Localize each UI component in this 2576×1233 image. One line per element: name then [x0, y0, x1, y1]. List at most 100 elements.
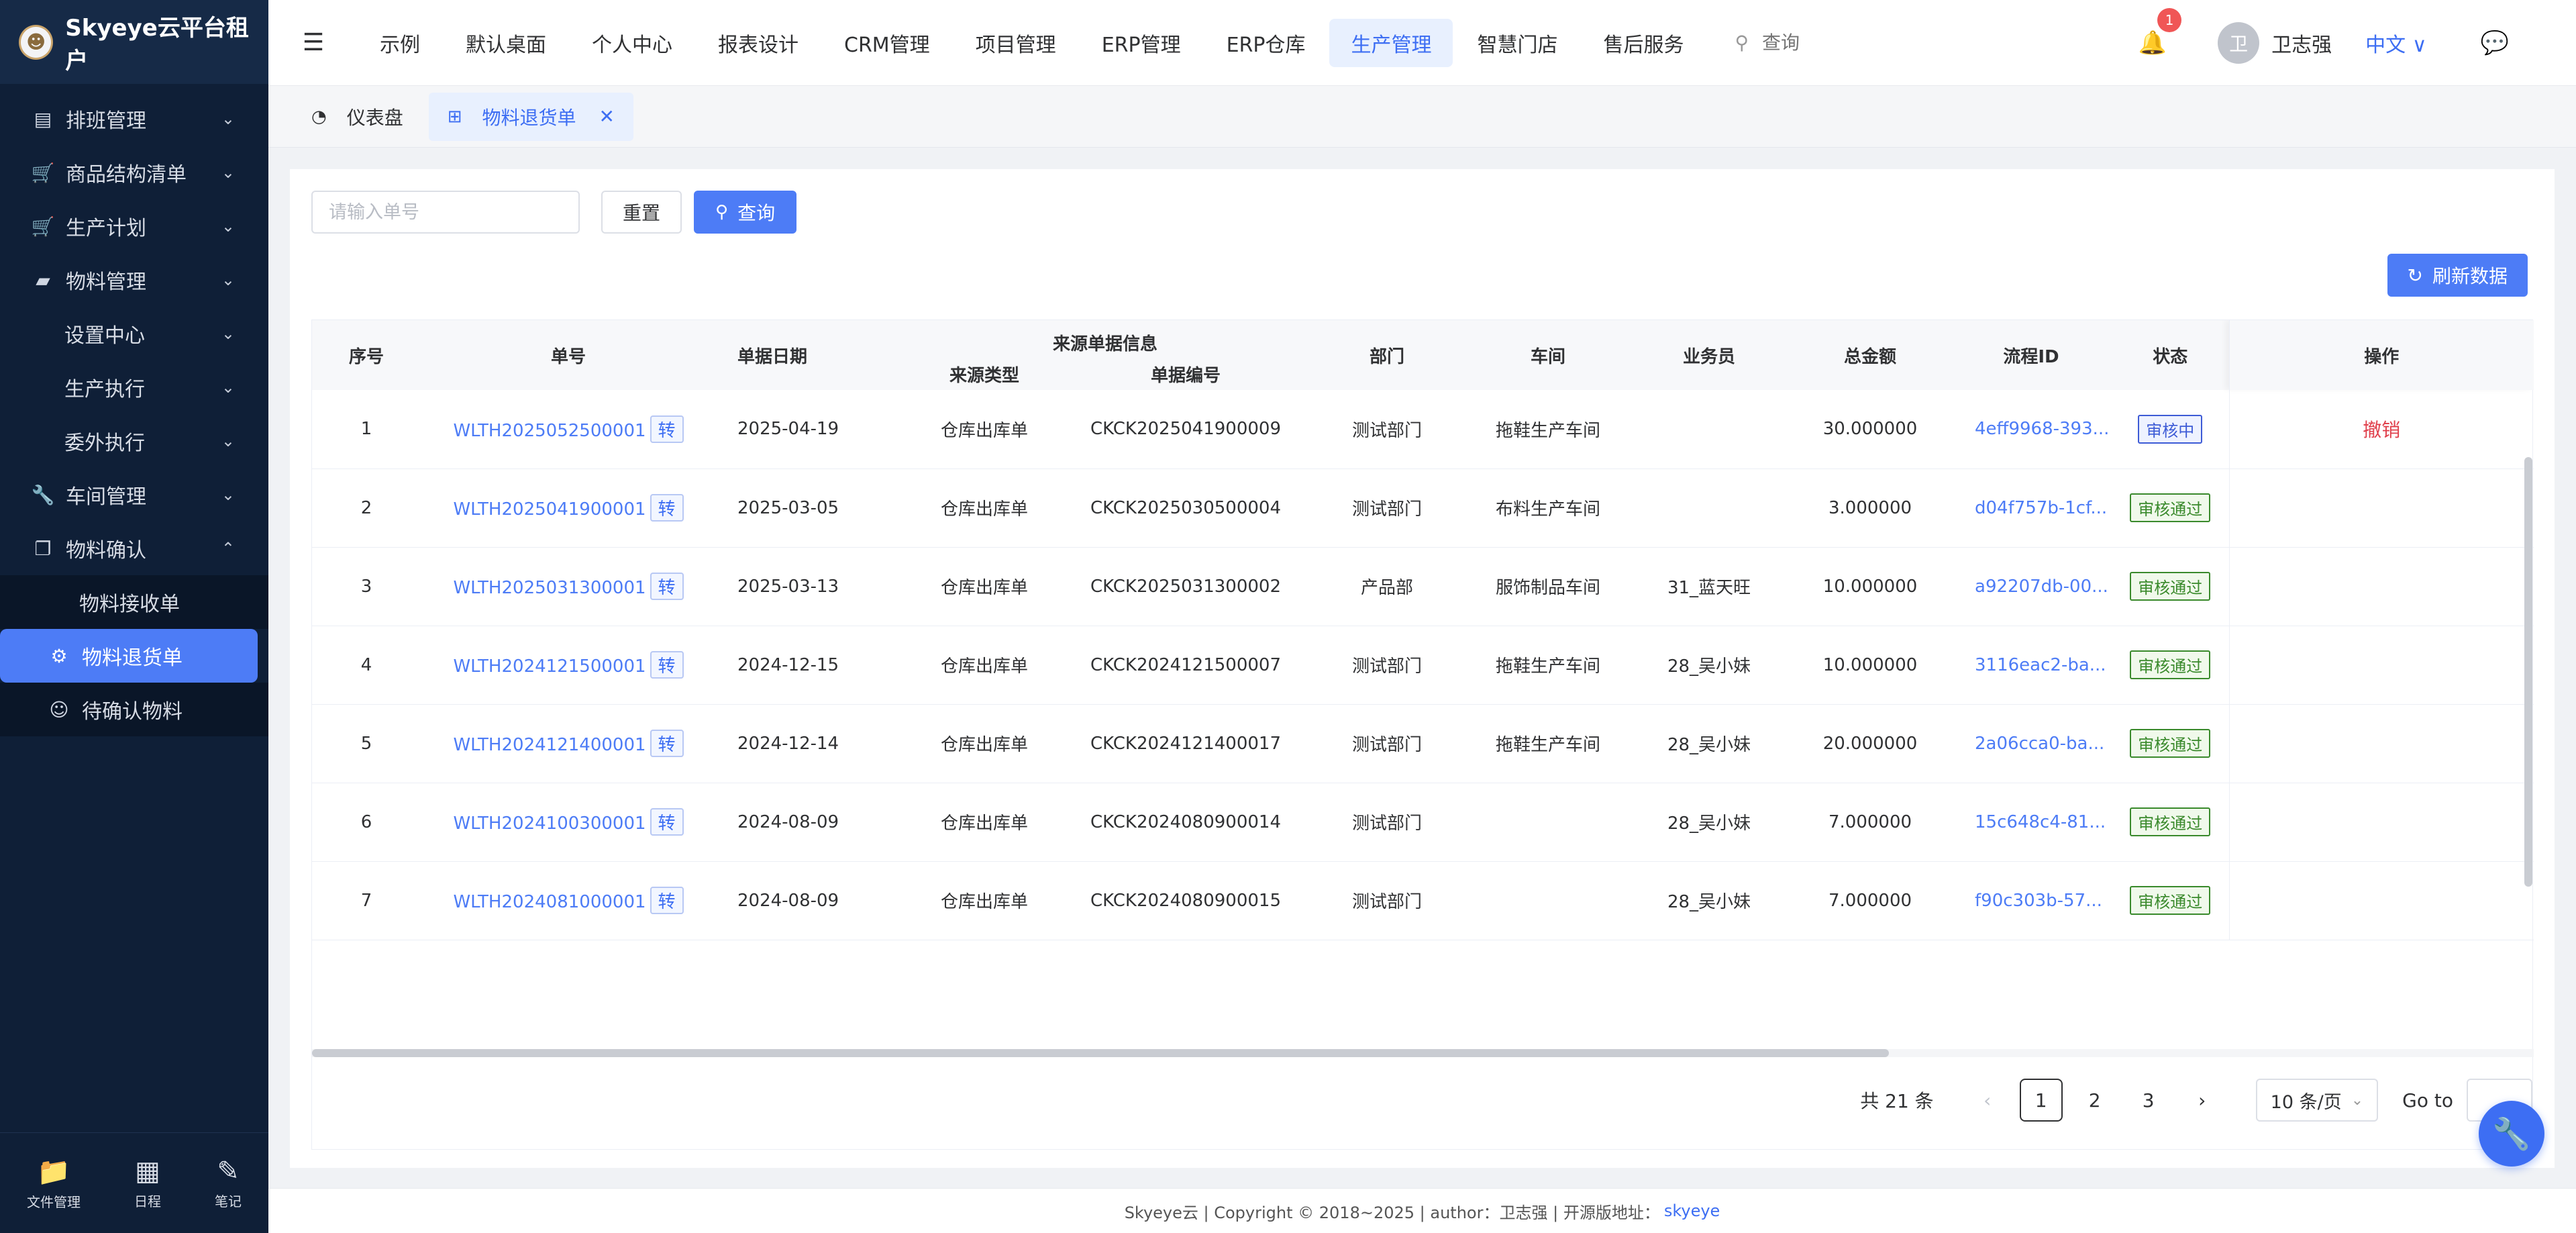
- next-page-button[interactable]: ›: [2181, 1079, 2224, 1122]
- page-button-1[interactable]: 1: [2019, 1079, 2063, 1122]
- convert-button[interactable]: 转: [650, 730, 684, 757]
- tools-fab-button[interactable]: 🔧: [2479, 1101, 2544, 1167]
- sidebar-tool-1[interactable]: ▦ 日程: [134, 1156, 161, 1210]
- page-size-select[interactable]: 10 条/页 ⌄: [2255, 1079, 2379, 1122]
- cell-flow-id[interactable]: f90c303b-57...: [1951, 861, 2112, 940]
- cell-salesman: [1629, 468, 1790, 548]
- dashboard-icon: ◔: [311, 106, 327, 127]
- refresh-data-button[interactable]: ↻ 刷新数据: [2387, 254, 2528, 297]
- sidebar-item-label: 委外执行: [64, 432, 145, 455]
- topnav-item-1[interactable]: 默认桌面: [444, 19, 568, 67]
- collapse-menu-icon[interactable]: ☰: [268, 29, 358, 56]
- sidebar-item-1[interactable]: 🛒 商品结构清单 ⌄: [0, 146, 268, 199]
- topnav-item-10[interactable]: 售后服务: [1582, 19, 1705, 67]
- chat-icon[interactable]: 💬: [2481, 30, 2509, 56]
- topnav-item-3[interactable]: 报表设计: [697, 19, 820, 67]
- sidebar-item-8[interactable]: ❐ 物料确认 ⌃: [0, 522, 268, 575]
- horizontal-scrollbar[interactable]: [312, 1049, 2534, 1057]
- table-row: 4 WLTH2024121500001 转 2024-12-15 仓库出库单 CKCK20…: [312, 626, 2534, 705]
- order-link[interactable]: WLTH2025031300001: [453, 578, 646, 598]
- revoke-button[interactable]: 撤销: [2363, 419, 2400, 441]
- cell-status: 审核通过: [2112, 547, 2230, 626]
- sidebar-tool-2[interactable]: ✎ 笔记: [215, 1156, 242, 1210]
- cell-status: 审核通过: [2112, 704, 2230, 783]
- bell-icon[interactable]: 🔔 1: [2139, 7, 2182, 56]
- cell-source-no: CKCK2024080900015: [1065, 861, 1307, 940]
- sidebar-item-label: 物料管理: [66, 270, 146, 294]
- order-link[interactable]: WLTH2025041900001: [453, 499, 646, 520]
- cell-flow-id[interactable]: 4eff9968-393...: [1951, 390, 2112, 469]
- topnav-item-6[interactable]: ERP管理: [1080, 19, 1202, 67]
- topnav-item-5[interactable]: 项目管理: [954, 19, 1078, 67]
- sidebar-item-10[interactable]: ⚙ 物料退货单: [0, 629, 258, 683]
- topnav-item-2[interactable]: 个人中心: [570, 19, 694, 67]
- horizontal-scroll-thumb[interactable]: [312, 1049, 1889, 1057]
- sidebar-item-4[interactable]: 设置中心 ⌄: [0, 307, 268, 360]
- sidebar-tool-label: 笔记: [215, 1193, 242, 1210]
- cell-flow-id[interactable]: 15c648c4-81...: [1951, 783, 2112, 862]
- search-button[interactable]: ⚲ 查询: [694, 191, 797, 234]
- order-link[interactable]: WLTH2025052500001: [453, 421, 646, 441]
- sidebar-item-6[interactable]: 委外执行 ⌄: [0, 414, 268, 468]
- close-icon[interactable]: ✕: [599, 105, 615, 128]
- sidebar-item-11[interactable]: ☺ 待确认物料: [0, 683, 268, 736]
- sidebar-item-0[interactable]: ▤ 排班管理 ⌄: [0, 92, 268, 146]
- convert-button[interactable]: 转: [650, 887, 684, 914]
- topnav-item-0[interactable]: 示例: [358, 19, 442, 67]
- vertical-scrollbar[interactable]: [2524, 457, 2532, 887]
- cell-date: 2024-08-09: [716, 861, 904, 940]
- top-nav: 示例 默认桌面 个人中心 报表设计 CRM管理 项目管理 ERP管理 ERP仓库 生产管理 智慧门…: [358, 0, 1708, 85]
- cell-flow-id[interactable]: a92207db-00...: [1951, 547, 2112, 626]
- order-link[interactable]: WLTH2024121400001: [453, 735, 646, 755]
- cell-source-type: 仓库出库单: [904, 861, 1065, 940]
- tab-0[interactable]: ◔ 仪表盘: [293, 93, 422, 141]
- convert-button[interactable]: 转: [650, 415, 684, 443]
- topnav-item-4[interactable]: CRM管理: [823, 19, 951, 67]
- convert-button[interactable]: 转: [650, 494, 684, 522]
- page-button-2[interactable]: 2: [2073, 1079, 2116, 1122]
- topnav-item-9[interactable]: 智慧门店: [1455, 19, 1579, 67]
- chevron-down-icon: ⌄: [221, 378, 235, 397]
- reset-button[interactable]: 重置: [601, 191, 682, 234]
- prev-page-button[interactable]: ‹: [1966, 1079, 2009, 1122]
- order-link[interactable]: WLTH2024081000001: [453, 892, 646, 912]
- sidebar-item-label: 商品结构清单: [66, 163, 187, 187]
- sidebar-tool-0[interactable]: 📁 文件管理: [27, 1156, 81, 1211]
- convert-button[interactable]: 转: [650, 808, 684, 836]
- convert-button[interactable]: 转: [650, 573, 684, 600]
- avatar[interactable]: 卫: [2218, 21, 2260, 64]
- cell-flow-id[interactable]: 3116eac2-ba...: [1951, 626, 2112, 705]
- cell-source-no: CKCK2024080900014: [1065, 783, 1307, 862]
- sidebar-item-3[interactable]: ▰ 物料管理 ⌄: [0, 253, 268, 307]
- sidebar-item-5[interactable]: 生产执行 ⌄: [0, 360, 268, 414]
- cell-salesman: 28_吴小妹: [1629, 783, 1790, 862]
- page-button-3[interactable]: 3: [2127, 1079, 2170, 1122]
- username[interactable]: 卫志强: [2271, 28, 2332, 58]
- sidebar-item-label: 生产计划: [66, 217, 146, 240]
- language-select[interactable]: 中文 ∨: [2365, 28, 2427, 58]
- sidebar-item-9[interactable]: 物料接收单: [0, 575, 268, 629]
- order-number-input[interactable]: [311, 191, 580, 234]
- cell-flow-id[interactable]: 2a06cca0-ba...: [1951, 704, 2112, 783]
- tab-1[interactable]: ⊞ 物料退货单 ✕: [428, 92, 633, 141]
- cell-flow-id[interactable]: d04f757b-1cf...: [1951, 468, 2112, 548]
- topnav-item-8[interactable]: 生产管理: [1329, 18, 1453, 67]
- sidebar-item-2[interactable]: 🛒 生产计划 ⌄: [0, 199, 268, 253]
- header-source-group: 来源单据信息: [904, 320, 1307, 355]
- schedule-icon: ▤: [34, 107, 52, 130]
- brand[interactable]: ☻ Skyeye云平台租户: [0, 0, 268, 84]
- topnav-item-7[interactable]: ERP仓库: [1205, 19, 1327, 67]
- brand-logo: ☻: [19, 24, 54, 60]
- footer-link[interactable]: skyeye: [1664, 1201, 1720, 1220]
- status-badge: 审核通过: [2130, 650, 2211, 679]
- chevron-down-icon: ⌄: [221, 432, 235, 450]
- order-link[interactable]: WLTH2024100300001: [453, 813, 646, 834]
- header-flow-id: 流程ID: [1951, 320, 2112, 390]
- top-search-input[interactable]: [1761, 32, 1983, 54]
- sidebar-item-7[interactable]: 🔧 车间管理 ⌄: [0, 468, 268, 522]
- status-badge: 审核通过: [2130, 493, 2211, 522]
- order-link[interactable]: WLTH2024121500001: [453, 656, 646, 677]
- cell-source-type: 仓库出库单: [904, 626, 1065, 705]
- convert-button[interactable]: 转: [650, 651, 684, 679]
- cell-department: 测试部门: [1306, 468, 1468, 548]
